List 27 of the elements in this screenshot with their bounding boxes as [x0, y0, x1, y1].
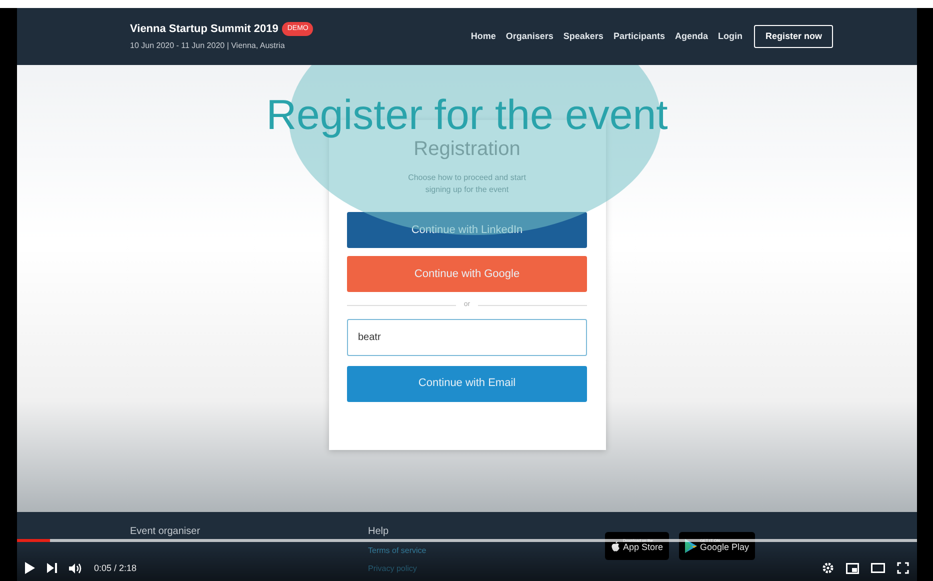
email-input-field[interactable]: beatr	[347, 318, 587, 356]
settings-icon[interactable]	[822, 562, 834, 574]
fullscreen-icon[interactable]	[897, 562, 909, 574]
store-name: Google Play	[700, 543, 750, 553]
theater-mode-icon[interactable]	[871, 563, 885, 574]
nav-link[interactable]: Agenda	[674, 30, 708, 44]
caption-text: Register for the event	[266, 91, 668, 138]
progress-track[interactable]	[17, 539, 917, 542]
register-button[interactable]: Register now	[754, 24, 833, 48]
time-display: 0:05 / 2:18	[94, 562, 137, 574]
event-dates: 10 Jun 2020 - 11 Jun 2020 | Vienna, Austria	[130, 40, 286, 52]
footer-heading: Help	[368, 525, 390, 539]
footer-heading: Event organiser	[130, 525, 202, 539]
volume-icon[interactable]	[69, 562, 82, 574]
nav-link[interactable]: Speakers	[563, 30, 604, 44]
apple-icon	[611, 540, 620, 552]
event-title: Vienna Startup Summit 2019	[130, 22, 278, 37]
card-title: Registration	[414, 138, 520, 162]
miniplayer-icon[interactable]	[846, 562, 859, 574]
nav-link[interactable]: Organisers	[506, 30, 554, 44]
card-description: Choose how to proceed and start signing up for the event	[407, 172, 527, 196]
nav-link[interactable]: Login	[718, 30, 742, 44]
store-name: App Store	[623, 543, 664, 553]
nav-link[interactable]: Home	[470, 30, 496, 44]
play-icon[interactable]	[25, 562, 35, 574]
nav-link[interactable]: Participants	[613, 30, 665, 44]
next-icon[interactable]	[47, 563, 57, 574]
